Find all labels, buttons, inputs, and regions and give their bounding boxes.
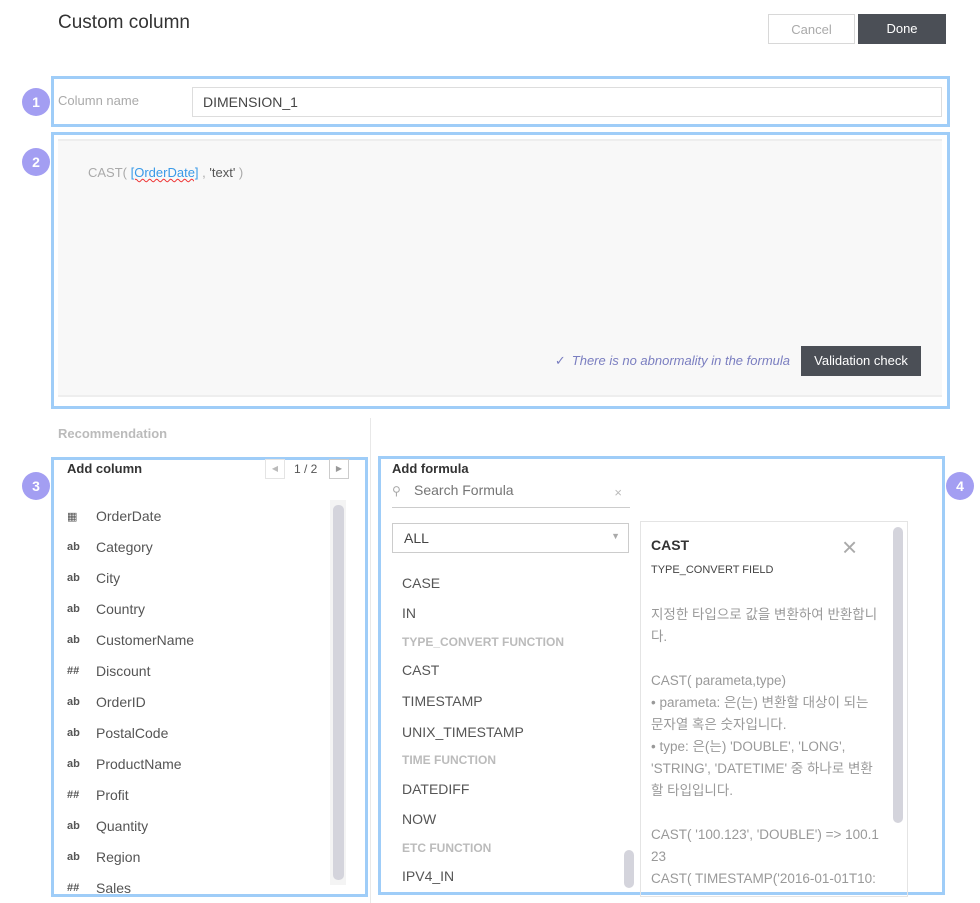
string-type-icon: ab [67,572,80,584]
string-type-icon: ab [67,541,80,553]
formula-string: 'text' [209,165,236,180]
add-formula-title: Add formula [392,461,469,476]
column-name: City [96,570,121,586]
column-name: Region [96,849,141,865]
divider [370,418,371,903]
column-list-item[interactable]: ab Quantity [67,816,322,838]
formula-sep: , [198,165,210,180]
validation-check-button[interactable]: Validation check [801,346,921,376]
string-type-icon: ab [67,696,80,708]
string-type-icon: ab [67,727,80,739]
detail-description: 지정한 타입으로 값을 변환하여 반환합니다. [651,607,878,644]
column-list-item[interactable]: ## Sales [67,878,322,900]
column-list-item[interactable]: ab OrderID [67,692,322,714]
number-type-icon: ## [67,882,80,894]
formula-list-item[interactable]: UNIX_TIMESTAMP [402,724,524,740]
formula-suffix: ) [235,165,244,180]
string-type-icon: ab [67,820,80,832]
column-name: CustomerName [96,632,195,648]
formula-list-item[interactable]: CAST [402,662,439,678]
detail-description-body: 지정한 타입으로 값을 변환하여 반환합니다. CAST( parameta,t… [651,604,883,894]
string-type-icon: ab [67,603,80,615]
validation-message: ✓ There is no abnormality in the formula [555,353,790,369]
detail-syntax: CAST( parameta,type) [651,673,787,688]
column-name: PostalCode [96,725,169,741]
calendar-icon: ▦ [67,511,78,523]
column-list-item[interactable]: ab Region [67,847,322,869]
badge-2: 2 [22,148,50,176]
detail-param-1: • parameta: 은(는) 변환할 대상이 되는 문자열 혹은 숫자입니다… [651,695,869,732]
formula-text[interactable]: CAST( [OrderDate] , 'text' ) [88,165,243,180]
column-list-item[interactable]: ab ProductName [67,754,322,776]
number-type-icon: ## [67,665,80,677]
prev-page-button[interactable]: ◀ [265,459,285,479]
column-name: ProductName [96,756,182,772]
page-title: Custom column [58,12,190,33]
recommendation-label: Recommendation [58,426,168,441]
add-column-title: Add column [67,461,143,476]
done-button[interactable]: Done [858,14,946,44]
clear-icon[interactable]: × [614,485,622,500]
column-name: Profit [96,787,129,803]
column-name-label: Column name [58,93,139,108]
column-list-item[interactable]: ## Profit [67,785,322,807]
formula-search[interactable]: ⚲ × [392,481,630,508]
formula-list-item[interactable]: IN [402,605,416,621]
close-icon[interactable]: × [842,534,857,560]
formula-category-header: ETC FUNCTION [402,841,492,855]
badge-4: 4 [946,472,974,500]
column-name: Quantity [96,818,149,834]
string-type-icon: ab [67,634,80,646]
column-name: Discount [96,663,151,679]
formula-list-item[interactable]: NOW [402,811,436,827]
formula-list-item[interactable]: IPV4_IN [402,868,454,884]
detail-category: TYPE_CONVERT FIELD [651,564,774,576]
column-name: Sales [96,880,132,896]
detail-example-2: CAST( TIMESTAMP('2016-01-01T10:10:10'), … [651,871,876,894]
column-name: Category [96,539,153,555]
validation-text: There is no abnormality in the formula [571,353,790,368]
column-list-item[interactable]: ## Discount [67,661,322,683]
column-list-item[interactable]: ab City [67,568,322,590]
formula-list-item[interactable]: DATEDIFF [402,781,469,797]
column-name: OrderID [96,694,146,710]
formula-category-header: TIME FUNCTION [402,753,496,767]
column-list-item[interactable]: ab CustomerName [67,630,322,652]
badge-1: 1 [22,88,50,116]
detail-param-2: • type: 은(는) 'DOUBLE', 'LONG', 'STRING',… [651,739,873,798]
formula-column-ref: [OrderDate] [130,165,199,180]
number-type-icon: ## [67,789,80,801]
string-type-icon: ab [67,851,80,863]
column-name-input[interactable]: DIMENSION_1 [192,87,942,117]
next-page-button[interactable]: ▶ [329,459,349,479]
formula-list-scrollbar[interactable] [624,850,634,888]
detail-example-1: CAST( '100.123', 'DOUBLE') => 100.123 [651,827,879,864]
formula-list-item[interactable]: TIMESTAMP [402,693,483,709]
chevron-down-icon: ▼ [611,531,620,541]
check-icon: ✓ [554,353,566,368]
formula-search-input[interactable] [412,481,606,499]
cancel-button[interactable]: Cancel [768,14,855,44]
column-list-scrollbar[interactable] [333,505,344,880]
page-indicator: 1 / 2 [294,462,318,476]
column-list-item[interactable]: ab Category [67,537,322,559]
column-name: Country [96,601,146,617]
column-list-item[interactable]: ab Country [67,599,322,621]
detail-scrollbar[interactable] [893,527,903,823]
string-type-icon: ab [67,758,80,770]
column-list-item[interactable]: ab PostalCode [67,723,322,745]
formula-category-header: TYPE_CONVERT FUNCTION [402,635,565,649]
badge-3: 3 [22,472,50,500]
formula-prefix: CAST( [88,165,131,180]
column-name: OrderDate [96,508,162,524]
formula-list-item[interactable]: CASE [402,575,440,591]
formula-category-select[interactable]: ALL ▼ [392,523,629,553]
detail-name: CAST [651,537,690,553]
column-list-item[interactable]: ▦ OrderDate [67,506,322,528]
search-icon: ⚲ [392,484,401,498]
select-value: ALL [404,530,429,546]
